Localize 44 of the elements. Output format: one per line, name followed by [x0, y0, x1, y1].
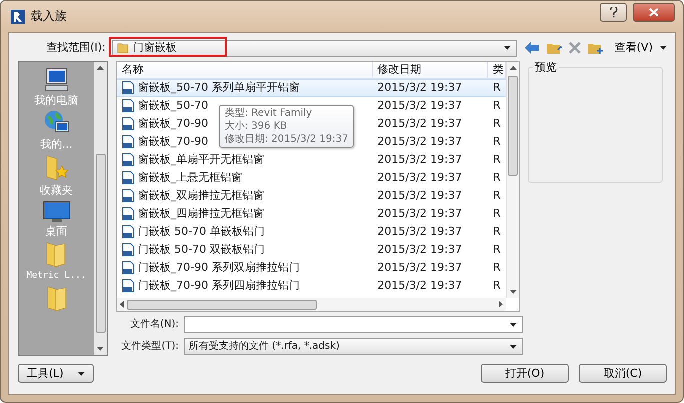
file-type: R: [492, 188, 502, 204]
file-type: R: [492, 278, 502, 294]
modified-date: 2015/3/2 19:37: [376, 224, 464, 240]
modified-date: 2015/3/2 19:37: [376, 152, 464, 168]
file-name: 窗嵌板_70-90: [138, 117, 208, 131]
modified-date: 2015/3/2 19:37: [376, 260, 464, 276]
file-name: 窗嵌板_四扇推拉无框铝窗: [138, 207, 264, 221]
file-type: R: [492, 134, 502, 150]
file-name: 窗嵌板_70-90: [138, 135, 208, 149]
file-type-label: 文件类型(T):: [120, 340, 179, 353]
tooltip-line: 修改日期: 2015/3/2 19:37: [225, 133, 348, 146]
file-type: R: [492, 206, 502, 222]
file-type: R: [492, 170, 502, 186]
modified-date: 2015/3/2 19:37: [376, 206, 464, 222]
modified-date: 2015/3/2 19:37: [376, 134, 464, 150]
look-in-label: 查找范围(I):: [45, 41, 106, 55]
file-type: R: [488, 79, 506, 97]
file-name: 窗嵌板_上悬无框铝窗: [138, 171, 242, 185]
file-type: R: [492, 116, 502, 132]
modified-date: 2015/3/2 19:37: [376, 188, 464, 204]
window-title: 载入族: [31, 9, 67, 24]
file-name: 门嵌板 50-70 单嵌板铝门: [138, 225, 265, 239]
file-type: R: [492, 98, 502, 114]
file-name-label: 文件名(N):: [129, 318, 179, 331]
modified-date: 2015/3/2 19:37: [376, 242, 464, 258]
tooltip-line: 类型: Revit Family: [225, 107, 314, 120]
file-name: 窗嵌板_双扇推拉无框铝窗: [138, 189, 264, 203]
file-type: R: [492, 152, 502, 168]
file-name: 门嵌板 50-70 双嵌板铝门: [138, 243, 265, 257]
modified-date: 2015/3/2 19:37: [376, 170, 464, 186]
preview-label: 预览: [533, 61, 559, 74]
file-name: 门嵌板_70-90 系列双扇推拉铝门: [138, 261, 300, 275]
file-name: 窗嵌板_50-70: [138, 99, 208, 113]
file-type: R: [492, 260, 502, 276]
modified-date: 2015/3/2 19:37: [372, 79, 488, 97]
modified-date: 2015/3/2 19:37: [376, 98, 464, 114]
file-name: 窗嵌板_50-70 系列单扇平开铝窗: [138, 81, 300, 95]
file-name: 窗嵌板_单扇平开无框铝窗: [138, 153, 264, 167]
file-type: R: [492, 242, 502, 258]
modified-date: 2015/3/2 19:37: [376, 278, 464, 294]
file-type: R: [492, 224, 502, 240]
file-name: 门嵌板_70-90 系列四扇推拉铝门: [138, 279, 300, 293]
modified-date: 2015/3/2 19:37: [376, 116, 464, 132]
tooltip-line: 大小: 396 KB: [225, 120, 288, 133]
